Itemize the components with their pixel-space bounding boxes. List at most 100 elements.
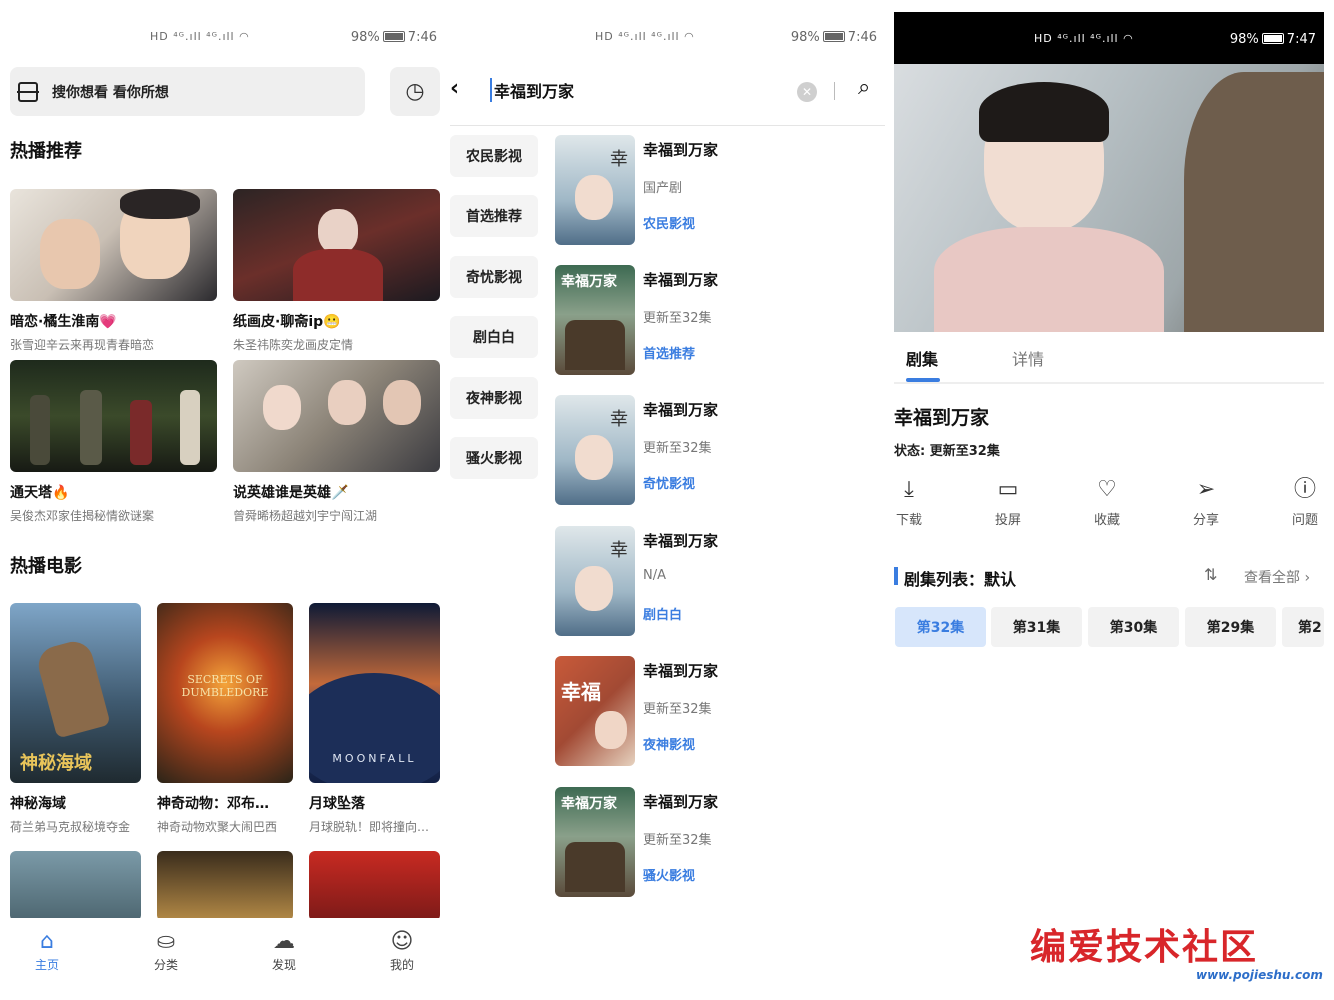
heart-icon: ♡ <box>1097 477 1117 502</box>
battery-icon <box>822 31 845 42</box>
source-tab[interactable]: 剧白白 <box>450 316 538 358</box>
movie-card[interactable] <box>10 851 141 921</box>
result-status: 更新至32集 <box>643 441 712 456</box>
result-poster: 幸 <box>555 395 635 505</box>
back-icon[interactable]: ‹ <box>450 76 459 101</box>
result-title: 幸福到万家 <box>643 532 719 550</box>
hot-thumbnail <box>233 189 440 301</box>
tab-label: 发现 <box>271 958 296 972</box>
action-label: 问题 <box>1291 513 1318 528</box>
tab-discover[interactable]: ☁ 发现 <box>254 928 314 973</box>
cast-button[interactable]: ▭ 投屏 <box>983 475 1033 528</box>
movie-title: 神秘海域 <box>10 796 66 812</box>
result-poster: 幸 <box>555 135 635 245</box>
movie-poster <box>10 851 141 921</box>
search-result[interactable]: 幸 幸福到万家 N/A 剧白白 <box>555 526 875 636</box>
result-status: 国产剧 <box>643 181 683 196</box>
signal-icon: HD ⁴ᴳ.ıll ⁴ᴳ.ıll ◠ <box>150 30 250 43</box>
help-icon: ⓘ <box>1293 477 1316 502</box>
hot-card[interactable]: 说英雄谁是英雄🗡️ 曾舜晞杨超越刘宇宁闯江湖 <box>233 360 440 524</box>
episode-button[interactable]: 第31集 <box>991 607 1082 647</box>
movie-card[interactable]: 神秘海域 神秘海域 荷兰弟马克叔秘境夺金 <box>10 603 141 835</box>
result-source[interactable]: 剧白白 <box>643 604 682 623</box>
result-source[interactable]: 骚火影视 <box>643 865 695 884</box>
episode-button[interactable]: 第30集 <box>1088 607 1179 647</box>
tab-episodes[interactable]: 剧集 <box>906 346 938 370</box>
episode-list-label: 剧集列表：默认 <box>904 570 1017 589</box>
share-icon: ➢ <box>1196 477 1216 502</box>
accent-bar <box>894 567 898 585</box>
movie-card[interactable]: MOONFALL 月球坠落 月球脱轨！即将撞向… <box>309 603 440 835</box>
movie-card[interactable] <box>309 851 440 921</box>
search-top-bar: ‹ 幸福到万家 ✕ ⌕ <box>450 70 885 115</box>
tab-label: 主页 <box>34 958 59 972</box>
action-label: 分享 <box>1192 513 1219 528</box>
episode-button[interactable]: 第2 <box>1282 607 1324 647</box>
show-title: 幸福到万家 <box>894 407 990 429</box>
hot-subtitle: 张雪迎辛云来再现青春暗恋 <box>10 338 155 352</box>
search-placeholder: 搜你想看 看你所想 <box>52 84 169 101</box>
movie-poster: SECRETS OF DUMBLEDORE <box>157 603 293 783</box>
result-source[interactable]: 农民影视 <box>643 213 695 232</box>
result-source[interactable]: 奇忧影视 <box>643 473 695 492</box>
result-title: 幸福到万家 <box>643 662 719 680</box>
tab-category[interactable]: ⛀ 分类 <box>136 928 196 973</box>
divider <box>450 125 885 126</box>
tab-home[interactable]: ⌂ 主页 <box>17 928 77 973</box>
result-source[interactable]: 首选推荐 <box>643 343 695 362</box>
help-button[interactable]: ⓘ 问题 <box>1280 475 1330 528</box>
result-title: 幸福到万家 <box>643 271 719 289</box>
download-icon: ⤓ <box>904 477 914 502</box>
tab-label: 我的 <box>389 958 414 972</box>
movie-card[interactable]: SECRETS OF DUMBLEDORE 神奇动物：邓布… 神奇动物欢聚大闹巴… <box>157 603 293 835</box>
video-player[interactable]: HD ⁴ᴳ.ıll ⁴ᴳ.ıll ◠ 98% 7:47 <box>894 12 1324 332</box>
tab-info[interactable]: 详情 <box>1012 346 1044 370</box>
home-icon: ⌂ <box>40 929 54 954</box>
hot-subtitle: 朱圣祎陈奕龙画皮定情 <box>233 338 354 352</box>
hot-title: 纸画皮·聊斋ip😬 <box>233 314 341 330</box>
search-result[interactable]: 幸 幸福到万家 国产剧 农民影视 <box>555 135 875 245</box>
search-result[interactable]: 幸福 幸福到万家 更新至32集 夜神影视 <box>555 656 875 766</box>
scan-icon[interactable] <box>17 81 39 102</box>
search-icon[interactable]: ⌕ <box>858 75 870 100</box>
source-tab[interactable]: 骚火影视 <box>450 437 538 479</box>
home-screen: HD ⁴ᴳ.ıll ⁴ᴳ.ıll ◠ 98% 7:46 搜你想看 看你所想 ◷ 热… <box>0 0 445 1000</box>
movie-poster: MOONFALL <box>309 603 440 783</box>
result-source[interactable]: 夜神影视 <box>643 734 695 753</box>
clear-icon[interactable]: ✕ <box>797 82 817 102</box>
episode-button[interactable]: 第32集 <box>895 607 986 647</box>
hot-title: 通天塔🔥 <box>10 485 70 501</box>
search-bar[interactable]: 搜你想看 看你所想 <box>10 67 365 116</box>
bottom-tab-bar: ⌂ 主页 ⛀ 分类 ☁ 发现 ☺ 我的 <box>0 918 445 1000</box>
hot-card[interactable]: 暗恋·橘生淮南💗 张雪迎辛云来再现青春暗恋 <box>10 189 217 353</box>
watermark-logo: 编爱技术社区 <box>1030 926 1259 968</box>
source-tab[interactable]: 奇忧影视 <box>450 256 538 298</box>
hot-card[interactable]: 通天塔🔥 吴俊杰邓家佳揭秘情欲谜案 <box>10 360 217 524</box>
hot-card[interactable]: 纸画皮·聊斋ip😬 朱圣祎陈奕龙画皮定情 <box>233 189 440 353</box>
profile-icon: ☺ <box>390 929 414 954</box>
movie-card[interactable] <box>157 851 293 921</box>
search-result[interactable]: 幸福万家 幸福到万家 更新至32集 首选推荐 <box>555 265 875 375</box>
movie-poster <box>309 851 440 921</box>
view-all-link[interactable]: 查看全部 › <box>1244 567 1310 587</box>
tab-profile[interactable]: ☺ 我的 <box>372 928 432 973</box>
sort-icon[interactable]: ⇅ <box>1204 565 1217 584</box>
history-button[interactable]: ◷ <box>390 67 440 116</box>
clock: 7:46 <box>847 30 877 45</box>
search-result[interactable]: 幸福万家 幸福到万家 更新至32集 骚火影视 <box>555 787 875 897</box>
result-poster: 幸福万家 <box>555 787 635 897</box>
source-tab[interactable]: 夜神影视 <box>450 377 538 419</box>
source-tab[interactable]: 首选推荐 <box>450 195 538 237</box>
result-title: 幸福到万家 <box>643 401 719 419</box>
source-tab[interactable]: 农民影视 <box>450 135 538 177</box>
hot-thumbnail <box>10 189 217 301</box>
battery-icon <box>1261 33 1284 44</box>
episode-button[interactable]: 第29集 <box>1185 607 1276 647</box>
download-button[interactable]: ⤓ 下载 <box>894 475 934 528</box>
search-input[interactable]: 幸福到万家 <box>490 78 574 102</box>
search-result[interactable]: 幸 幸福到万家 更新至32集 奇忧影视 <box>555 395 875 505</box>
section-title-movies: 热播电影 <box>10 556 82 577</box>
share-button[interactable]: ➢ 分享 <box>1181 475 1231 528</box>
favorite-button[interactable]: ♡ 收藏 <box>1082 475 1132 528</box>
result-poster: 幸福万家 <box>555 265 635 375</box>
